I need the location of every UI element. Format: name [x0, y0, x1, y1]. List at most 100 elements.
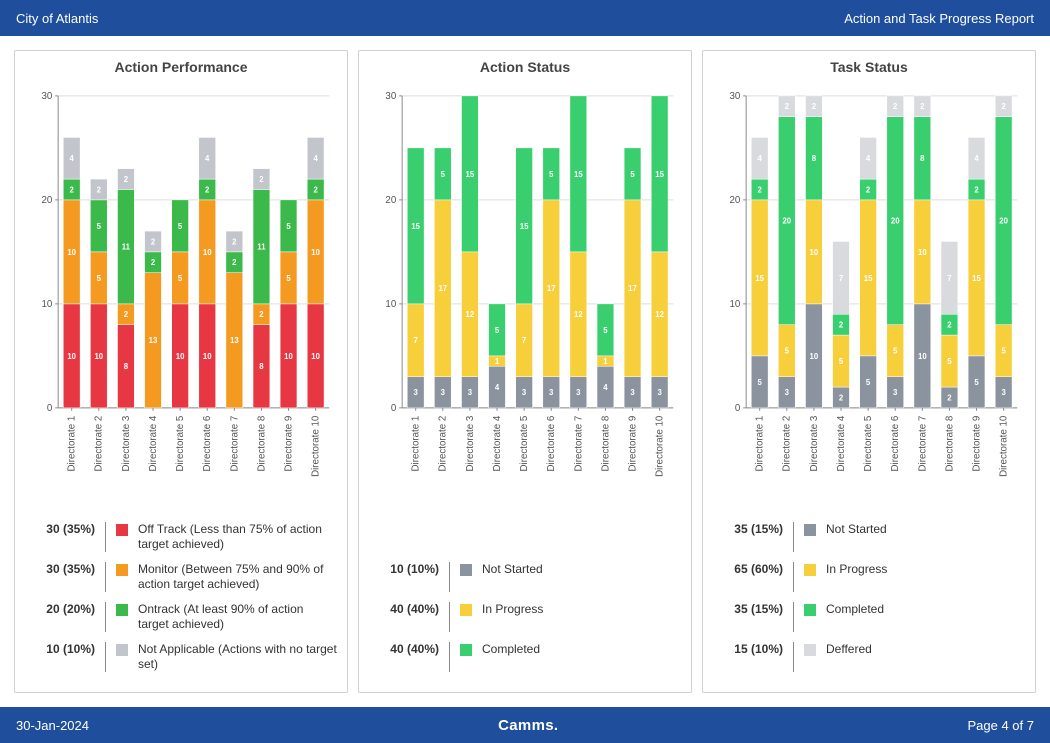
- svg-text:Directorate 4: Directorate 4: [836, 415, 847, 471]
- svg-text:4: 4: [866, 154, 871, 163]
- chart-area: 01020303715Directorate 13175Directorate …: [369, 81, 681, 554]
- svg-text:3: 3: [576, 388, 581, 397]
- svg-text:10: 10: [203, 248, 212, 257]
- svg-text:4: 4: [495, 383, 500, 392]
- legend-label: Ontrack (At least 90% of action target a…: [138, 602, 337, 632]
- svg-text:30: 30: [385, 91, 396, 102]
- svg-text:5: 5: [785, 347, 790, 356]
- svg-text:2: 2: [124, 175, 129, 184]
- svg-text:15: 15: [466, 170, 475, 179]
- svg-text:15: 15: [520, 222, 529, 231]
- svg-text:Directorate 1: Directorate 1: [411, 416, 422, 472]
- legend-label: In Progress: [826, 562, 1025, 577]
- legend-row: 20 (20%) Ontrack (At least 90% of action…: [25, 602, 337, 632]
- svg-text:20: 20: [729, 195, 740, 206]
- svg-text:15: 15: [864, 274, 873, 283]
- svg-text:7: 7: [522, 336, 526, 345]
- svg-text:5: 5: [286, 222, 291, 231]
- legend-row: 35 (15%) Not Started: [713, 522, 1025, 552]
- header-left: City of Atlantis: [16, 11, 98, 26]
- svg-text:7: 7: [839, 274, 843, 283]
- legend-label: Completed: [826, 602, 1025, 617]
- svg-text:Directorate 2: Directorate 2: [782, 416, 793, 472]
- svg-text:2: 2: [313, 185, 318, 194]
- svg-text:2: 2: [758, 185, 763, 194]
- svg-text:5: 5: [630, 170, 635, 179]
- svg-text:2: 2: [151, 258, 156, 267]
- svg-text:2: 2: [920, 102, 925, 111]
- svg-text:4: 4: [603, 383, 608, 392]
- svg-text:Directorate 8: Directorate 8: [600, 416, 611, 472]
- svg-text:5: 5: [974, 378, 979, 387]
- svg-text:5: 5: [947, 357, 952, 366]
- svg-text:10: 10: [311, 352, 320, 361]
- legend-count: 15 (10%): [713, 642, 783, 656]
- svg-text:20: 20: [999, 217, 1008, 226]
- legend-count: 10 (10%): [25, 642, 95, 656]
- legend-label: In Progress: [482, 602, 681, 617]
- svg-text:3: 3: [785, 388, 790, 397]
- svg-text:Directorate 4: Directorate 4: [148, 415, 159, 471]
- svg-text:2: 2: [259, 175, 264, 184]
- legend-separator: [793, 642, 794, 672]
- chart-panel: Action Status 01020303715Directorate 131…: [358, 50, 692, 693]
- svg-text:2: 2: [893, 102, 898, 111]
- svg-text:3: 3: [522, 388, 527, 397]
- legend-separator: [449, 642, 450, 672]
- svg-text:20: 20: [41, 195, 52, 206]
- legend-count: 35 (15%): [713, 602, 783, 616]
- svg-text:Directorate 5: Directorate 5: [519, 415, 530, 471]
- svg-text:8: 8: [812, 154, 817, 163]
- svg-text:3: 3: [893, 388, 898, 397]
- legend-count: 35 (15%): [713, 522, 783, 536]
- svg-text:10: 10: [176, 352, 185, 361]
- svg-text:11: 11: [257, 243, 266, 252]
- legend-count: 10 (10%): [369, 562, 439, 576]
- svg-text:2: 2: [232, 237, 237, 246]
- svg-text:5: 5: [178, 274, 183, 283]
- svg-text:Directorate 7: Directorate 7: [917, 416, 928, 472]
- legend-row: 10 (10%) Not Started: [369, 562, 681, 592]
- svg-text:5: 5: [603, 326, 608, 335]
- svg-text:2: 2: [974, 185, 979, 194]
- svg-text:0: 0: [47, 403, 53, 414]
- svg-text:15: 15: [972, 274, 981, 283]
- legend-separator: [105, 642, 106, 672]
- svg-text:10: 10: [284, 352, 293, 361]
- svg-text:12: 12: [574, 310, 583, 319]
- legend-swatch: [116, 644, 128, 656]
- svg-text:17: 17: [438, 284, 447, 293]
- svg-text:11: 11: [122, 243, 131, 252]
- legend-swatch: [804, 604, 816, 616]
- svg-text:5: 5: [758, 378, 763, 387]
- legend-count: 20 (20%): [25, 602, 95, 616]
- svg-text:1: 1: [495, 357, 500, 366]
- svg-text:4: 4: [205, 154, 210, 163]
- legend-count: 65 (60%): [713, 562, 783, 576]
- svg-text:2: 2: [70, 185, 75, 194]
- legend-swatch: [804, 524, 816, 536]
- svg-text:5: 5: [97, 274, 102, 283]
- legend-row: 30 (35%) Monitor (Between 75% and 90% of…: [25, 562, 337, 592]
- legend-swatch: [460, 604, 472, 616]
- svg-text:20: 20: [385, 195, 396, 206]
- panel-title: Task Status: [713, 59, 1025, 75]
- svg-text:17: 17: [547, 284, 556, 293]
- chart-panel: Task Status 010203051524Directorate 1352…: [702, 50, 1036, 693]
- svg-text:10: 10: [729, 299, 740, 310]
- legend-swatch: [804, 564, 816, 576]
- svg-text:3: 3: [549, 388, 554, 397]
- svg-text:5: 5: [441, 170, 446, 179]
- svg-text:17: 17: [628, 284, 637, 293]
- svg-text:8: 8: [124, 362, 129, 371]
- chart-legend: 35 (15%) Not Started 65 (60%) In Progres…: [713, 522, 1025, 682]
- report-header: City of Atlantis Action and Task Progres…: [0, 0, 1050, 36]
- svg-text:Directorate 1: Directorate 1: [67, 416, 78, 472]
- legend-label: Not Applicable (Actions with no target s…: [138, 642, 337, 672]
- svg-text:20: 20: [782, 217, 791, 226]
- legend-label: Completed: [482, 642, 681, 657]
- svg-text:3: 3: [630, 388, 635, 397]
- svg-text:3: 3: [468, 388, 473, 397]
- svg-text:13: 13: [230, 336, 239, 345]
- svg-text:10: 10: [67, 248, 76, 257]
